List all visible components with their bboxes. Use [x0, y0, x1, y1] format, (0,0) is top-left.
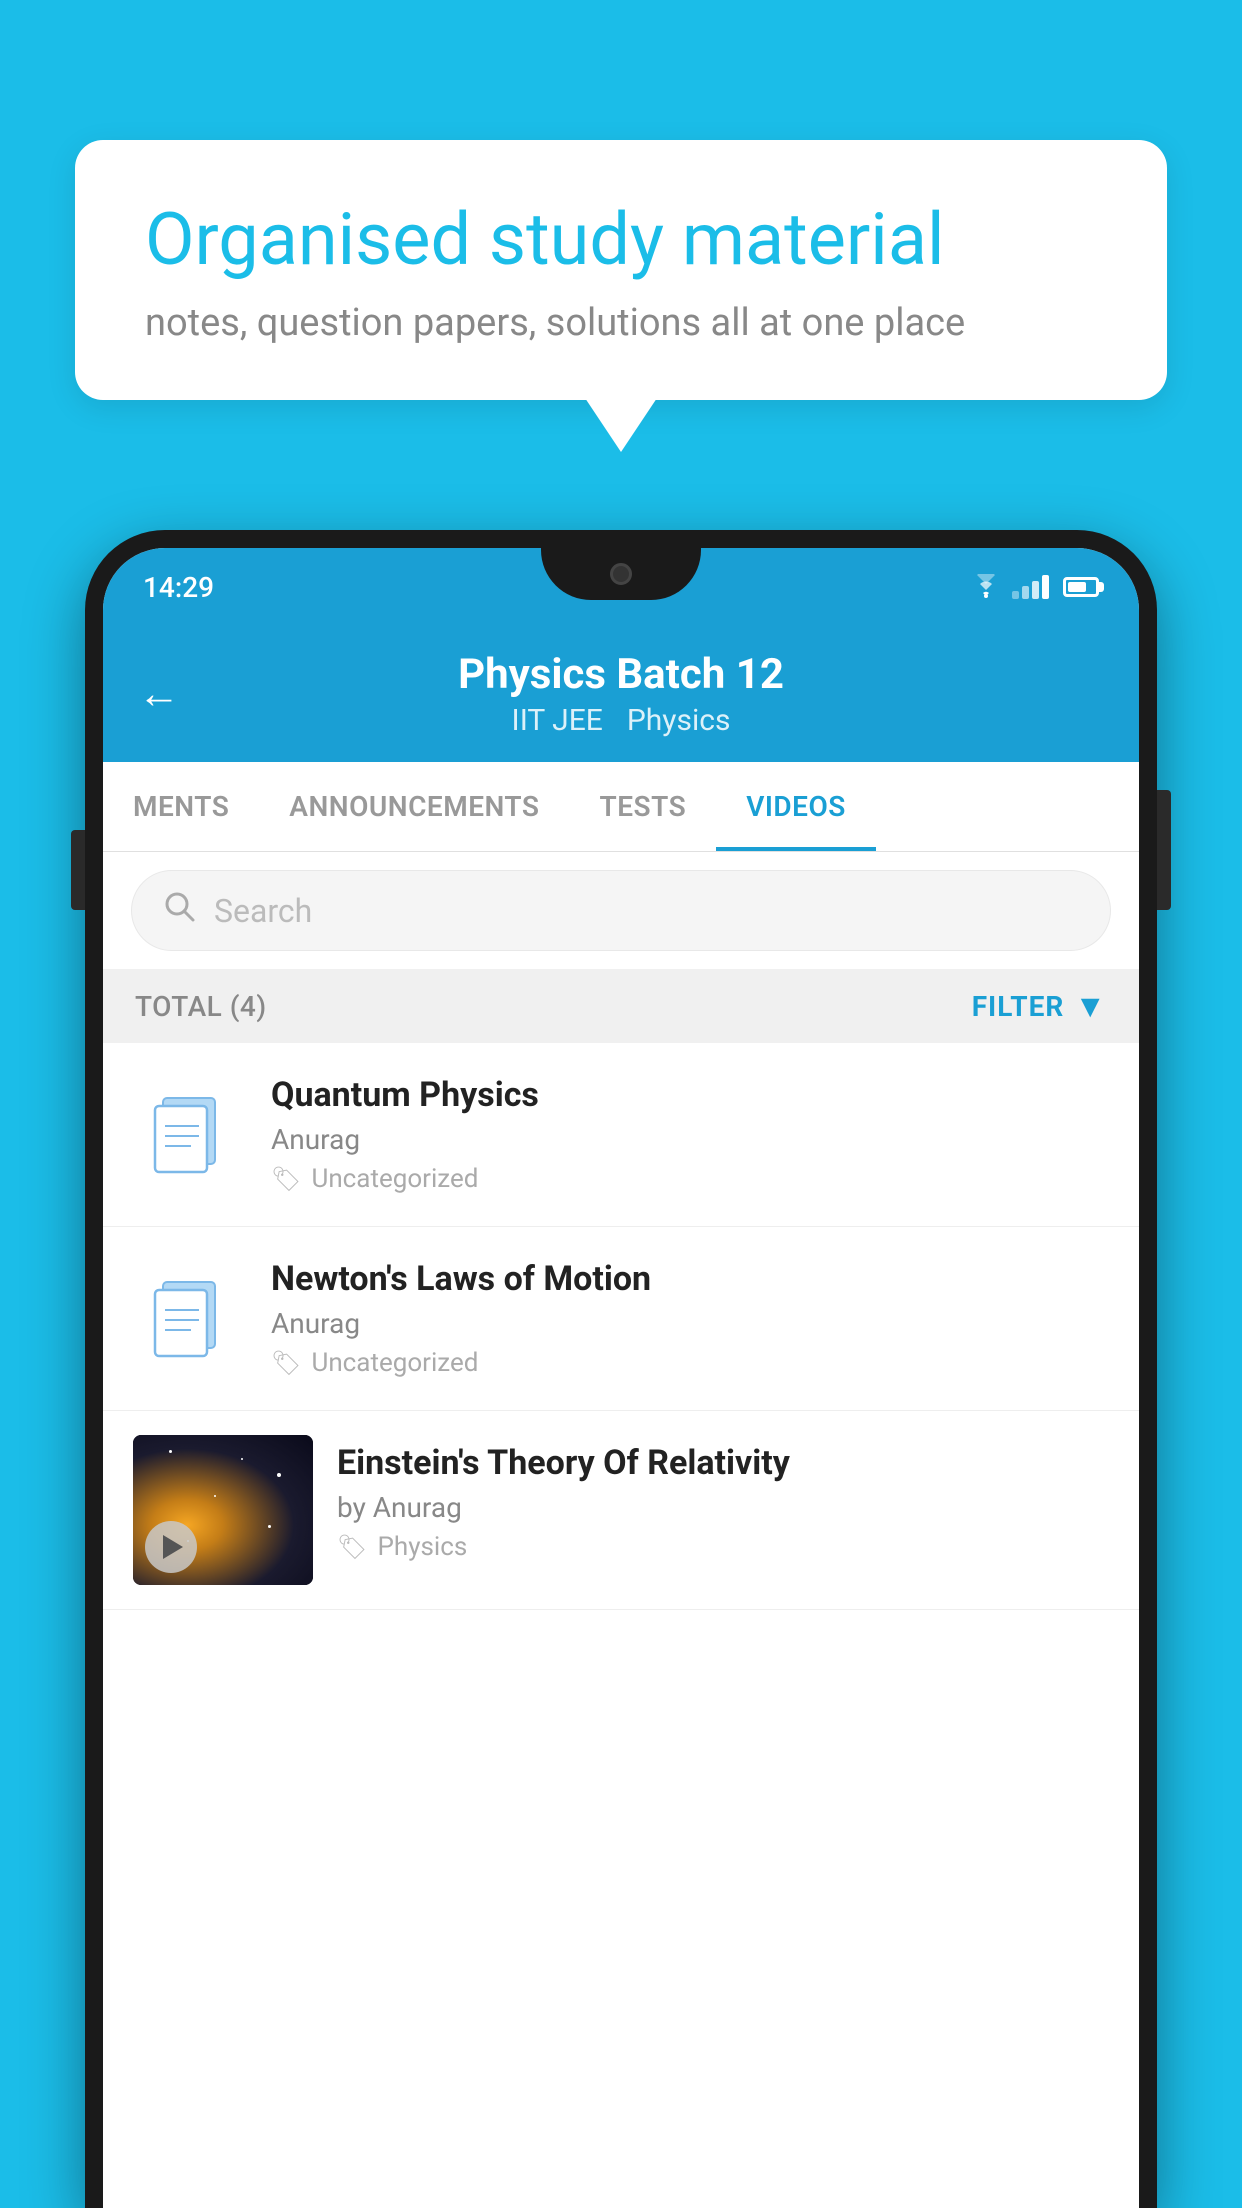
- status-bar: 14:29: [103, 548, 1139, 626]
- filter-label: FILTER: [972, 990, 1065, 1023]
- tag-label: Physics: [377, 1532, 467, 1562]
- file-icon: [133, 1080, 243, 1190]
- list-item[interactable]: Quantum Physics Anurag 🏷 Uncategorized: [103, 1043, 1139, 1227]
- tag-icon: 🏷: [337, 1533, 367, 1561]
- video-info: Newton's Laws of Motion Anurag 🏷 Uncateg…: [271, 1259, 1109, 1378]
- back-button[interactable]: ←: [138, 670, 180, 719]
- tag-icon: 🏷: [271, 1165, 301, 1193]
- tag-label: Uncategorized: [311, 1164, 478, 1194]
- header-subtitle: IIT JEE Physics: [512, 703, 731, 738]
- filter-bar: TOTAL (4) FILTER ▼: [103, 969, 1139, 1043]
- video-tag: 🏷 Uncategorized: [271, 1348, 1109, 1378]
- header-subtitle-physics: Physics: [627, 703, 731, 738]
- list-item[interactable]: Newton's Laws of Motion Anurag 🏷 Uncateg…: [103, 1227, 1139, 1411]
- tag-icon: 🏷: [271, 1349, 301, 1377]
- video-title: Quantum Physics: [271, 1075, 1109, 1115]
- video-tag: 🏷 Physics: [337, 1532, 1109, 1562]
- list-item[interactable]: Einstein's Theory Of Relativity by Anura…: [103, 1411, 1139, 1610]
- tabs-bar: MENTS ANNOUNCEMENTS TESTS VIDEOS: [103, 762, 1139, 852]
- video-author: Anurag: [271, 1123, 1109, 1156]
- tab-videos[interactable]: VIDEOS: [716, 762, 876, 851]
- play-triangle-icon: [163, 1535, 183, 1559]
- tag-label: Uncategorized: [311, 1348, 478, 1378]
- speech-bubble: Organised study material notes, question…: [75, 140, 1167, 400]
- video-author: Anurag: [271, 1307, 1109, 1340]
- signal-icon: [1012, 575, 1049, 599]
- video-title: Newton's Laws of Motion: [271, 1259, 1109, 1299]
- phone-frame: 14:29: [85, 530, 1157, 2208]
- tab-announcements[interactable]: ANNOUNCEMENTS: [259, 762, 569, 851]
- file-icon: [133, 1264, 243, 1374]
- search-placeholder: Search: [214, 892, 312, 930]
- search-icon: [162, 889, 196, 932]
- search-container: Search: [103, 852, 1139, 969]
- phone-side-button-right: [1157, 790, 1171, 910]
- filter-funnel-icon: ▼: [1074, 987, 1107, 1025]
- video-title: Einstein's Theory Of Relativity: [337, 1443, 1109, 1483]
- wifi-icon: [970, 574, 1002, 600]
- video-tag: 🏷 Uncategorized: [271, 1164, 1109, 1194]
- play-button-icon[interactable]: [145, 1521, 197, 1573]
- video-author: by Anurag: [337, 1491, 1109, 1524]
- total-count-label: TOTAL (4): [135, 990, 267, 1023]
- header-title: Physics Batch 12: [458, 650, 784, 699]
- status-time: 14:29: [143, 571, 214, 604]
- speech-bubble-container: Organised study material notes, question…: [75, 140, 1167, 400]
- header-subtitle-iitjee: IIT JEE: [512, 703, 603, 738]
- video-list: Quantum Physics Anurag 🏷 Uncategorized: [103, 1043, 1139, 1610]
- front-camera: [610, 563, 632, 585]
- speech-bubble-heading: Organised study material: [145, 200, 1097, 279]
- phone-screen: 14:29: [103, 548, 1139, 2208]
- tab-ments[interactable]: MENTS: [103, 762, 259, 851]
- thumbnail-bg: [133, 1435, 313, 1585]
- video-thumbnail: [133, 1435, 313, 1585]
- phone-side-button-left: [71, 830, 85, 910]
- filter-button[interactable]: FILTER ▼: [972, 987, 1107, 1025]
- speech-bubble-subtext: notes, question papers, solutions all at…: [145, 301, 1097, 345]
- status-icons: [970, 574, 1099, 600]
- video-info: Einstein's Theory Of Relativity by Anura…: [337, 1435, 1109, 1562]
- tab-tests[interactable]: TESTS: [570, 762, 717, 851]
- battery-icon: [1063, 577, 1099, 597]
- app-header: ← Physics Batch 12 IIT JEE Physics: [103, 626, 1139, 762]
- notch-cutout: [541, 548, 701, 600]
- video-info: Quantum Physics Anurag 🏷 Uncategorized: [271, 1075, 1109, 1194]
- search-bar[interactable]: Search: [131, 870, 1111, 951]
